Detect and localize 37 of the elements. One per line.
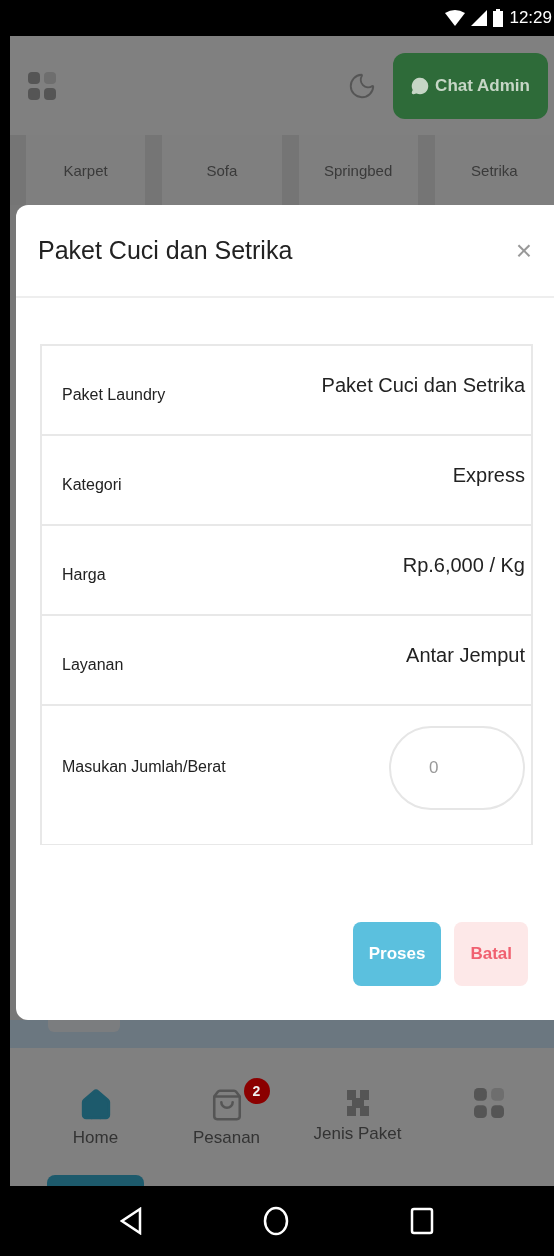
home-circle-icon[interactable] bbox=[263, 1206, 289, 1236]
nav-item[interactable]: 2 Pesanan bbox=[161, 1048, 292, 1186]
wifi-icon bbox=[445, 10, 466, 26]
battery-icon bbox=[493, 9, 504, 27]
row-value: Paket Cuci dan Setrika bbox=[321, 373, 525, 397]
row-label: Masukan Jumlah/Berat bbox=[62, 758, 226, 776]
category-tile[interactable]: Sofa bbox=[162, 135, 282, 205]
status-time: 12:29 bbox=[509, 8, 552, 28]
card-edge bbox=[48, 1020, 120, 1032]
signal-icon bbox=[471, 10, 488, 26]
grid-icon[interactable] bbox=[473, 1088, 504, 1118]
row-label: Layanan bbox=[62, 656, 124, 674]
modal-title: Paket Cuci dan Setrika bbox=[38, 236, 293, 265]
batal-button[interactable]: Batal bbox=[454, 922, 528, 986]
nav-item[interactable]: Home bbox=[30, 1048, 161, 1186]
recents-icon[interactable] bbox=[409, 1207, 434, 1235]
row-label: Paket Laundry bbox=[62, 386, 166, 404]
grid-icon[interactable] bbox=[28, 71, 56, 100]
close-button[interactable]: × bbox=[515, 234, 532, 267]
row-value: Rp.6,000 / Kg bbox=[402, 553, 525, 577]
nav-label: Pesanan bbox=[192, 1128, 261, 1148]
category-tile[interactable]: Springbed bbox=[298, 135, 418, 205]
nav-label: Jenis Paket bbox=[313, 1124, 402, 1144]
chat-admin-button[interactable]: Chat Admin bbox=[393, 52, 548, 119]
category-tile[interactable]: Setrika bbox=[434, 135, 554, 205]
row-label: Harga bbox=[62, 566, 106, 584]
row-label: Kategori bbox=[62, 476, 122, 494]
chat-bubble-icon bbox=[411, 76, 430, 95]
category-tile[interactable]: Karpet bbox=[26, 135, 146, 205]
quantity-input[interactable]: 0 bbox=[389, 726, 525, 810]
nav-label: Home bbox=[72, 1128, 119, 1148]
back-icon[interactable] bbox=[120, 1207, 143, 1235]
row-value: Antar Jemput bbox=[406, 643, 525, 667]
count-badge: 2 bbox=[243, 1078, 270, 1104]
nav-item[interactable]: Jenis Paket bbox=[292, 1048, 423, 1186]
row-value: Express bbox=[452, 463, 525, 487]
proses-button[interactable]: Proses bbox=[352, 922, 442, 986]
